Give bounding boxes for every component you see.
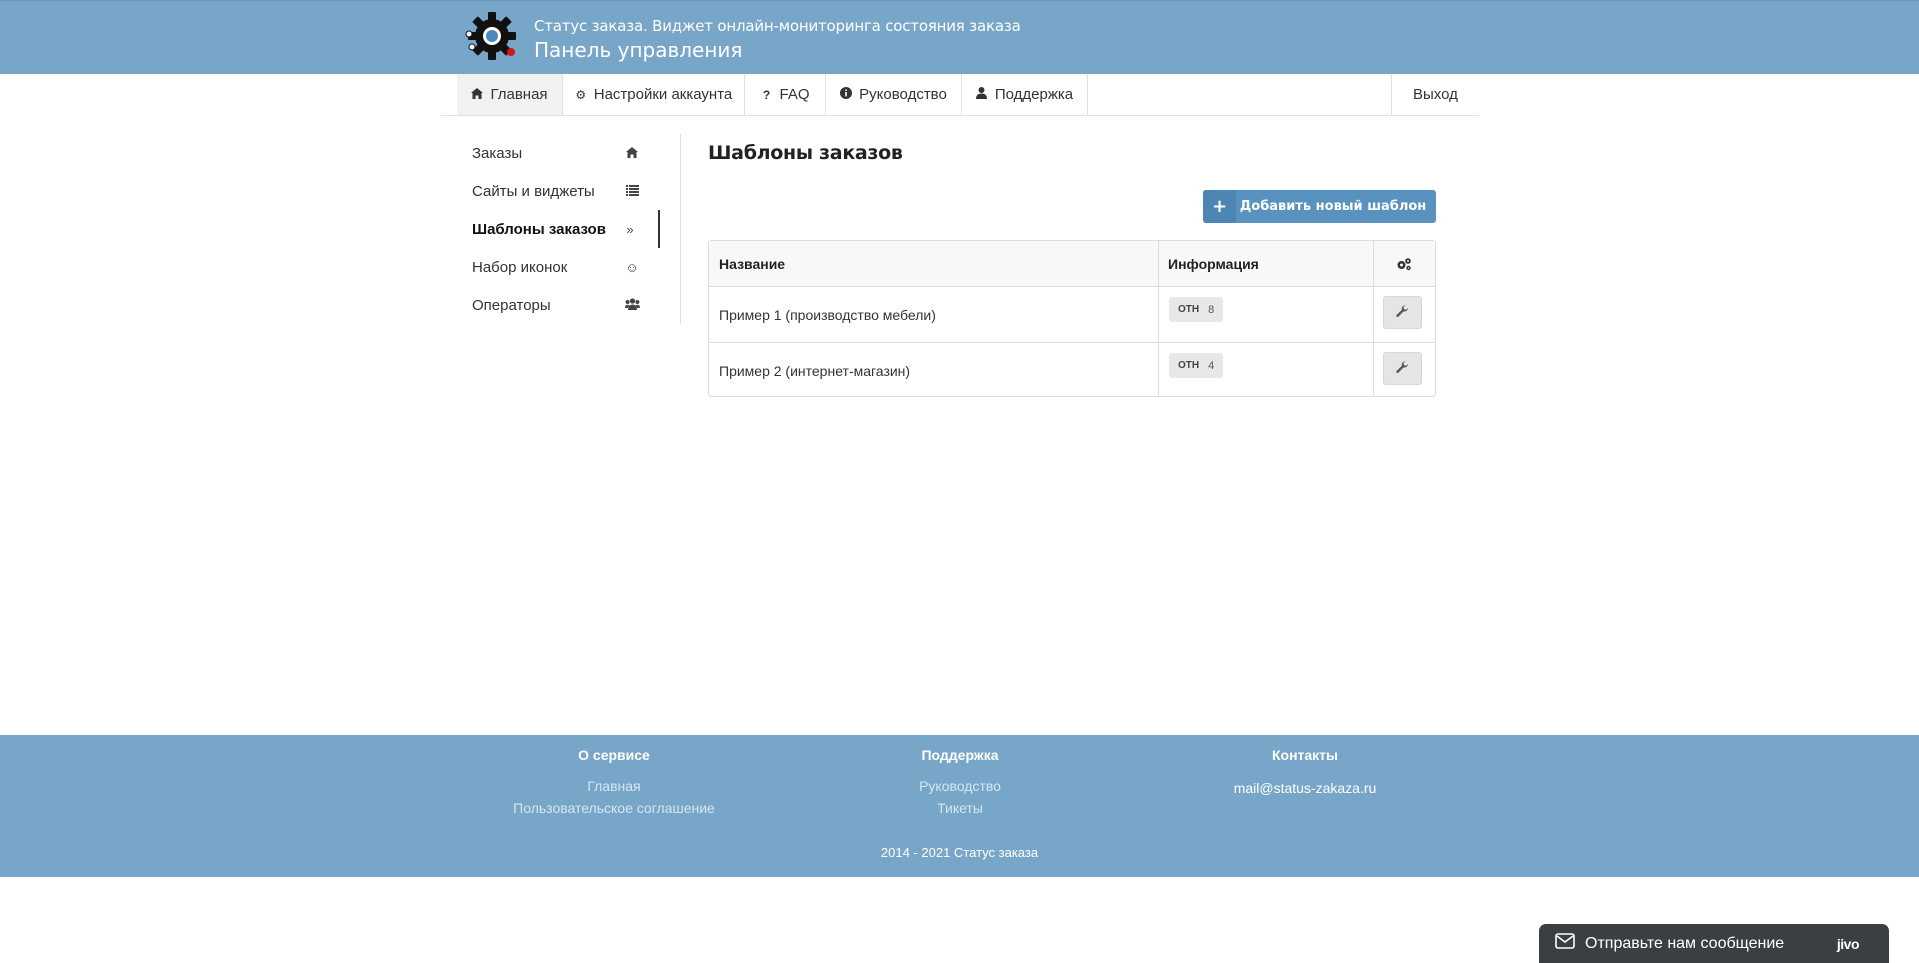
home-icon (471, 87, 484, 102)
footer-link-tickets[interactable]: Тикеты (840, 797, 1080, 819)
column-header-name: Название (719, 256, 786, 272)
nav-item-label: FAQ (779, 86, 810, 103)
template-name: Пример 2 (интернет-магазин) (719, 362, 911, 379)
info-icon (840, 87, 853, 102)
gears-icon (1373, 241, 1435, 287)
envelope-icon (1555, 933, 1575, 954)
info-badge: ОТН 8 (1169, 297, 1224, 322)
copyright: 2014 - 2021 Статус заказа (880, 845, 1039, 860)
column-header-info: Информация (1168, 256, 1259, 272)
wrench-icon (1396, 304, 1409, 321)
top-nav: Главная ⚙ Настройки аккаунта ? FAQ Руков… (441, 74, 1479, 116)
nav-item-label: Руководство (859, 86, 947, 103)
nav-item-home[interactable]: Главная (457, 74, 563, 115)
footer-heading: О сервисе (578, 747, 650, 763)
badge-label: ОТН (1178, 304, 1200, 315)
list-icon (624, 184, 640, 199)
site-footer: О сервисе Главная Пользовательское согла… (0, 735, 1919, 877)
page-title: Шаблоны заказов (708, 142, 903, 164)
sidebar-item-label: Шаблоны заказов (472, 220, 606, 238)
sidebar-item-label: Заказы (472, 144, 523, 162)
table-header: Название Информация (709, 241, 1435, 287)
gear-logo-icon[interactable] (462, 11, 522, 61)
sidebar-item-label: Операторы (472, 296, 551, 314)
sidebar: Заказы Сайты и виджеты Шаблоны заказов »… (441, 134, 681, 324)
sidebar-item-icon-set[interactable]: Набор иконок ☺ (441, 248, 660, 286)
gear-icon: ⚙ (575, 87, 587, 102)
footer-link-guide[interactable]: Руководство (840, 775, 1080, 797)
sidebar-item-orders[interactable]: Заказы (441, 134, 660, 172)
nav-item-support[interactable]: Поддержка (962, 74, 1088, 115)
footer-email-link[interactable]: mail@status-zakaza.ru (1185, 777, 1425, 799)
question-icon: ? (762, 87, 771, 102)
edit-template-button[interactable] (1383, 352, 1422, 385)
header-subtitle: Статус заказа. Виджет онлайн-мониторинга… (534, 17, 1021, 35)
chat-label: Отправьте нам сообщение (1585, 934, 1785, 952)
badge-value: 8 (1208, 303, 1215, 316)
footer-column-about: О сервисе Главная Пользовательское согла… (494, 747, 734, 819)
sidebar-item-label: Набор иконок (472, 258, 568, 276)
sidebar-item-order-templates[interactable]: Шаблоны заказов » (441, 210, 660, 248)
badge-value: 4 (1208, 359, 1215, 372)
double-chevron-right-icon: » (626, 221, 634, 237)
add-template-button[interactable]: + Добавить новый шаблон (1203, 190, 1436, 223)
wrench-icon (1396, 360, 1409, 377)
plus-icon: + (1203, 190, 1236, 223)
templates-table: Название Информация Пример 1 (производст… (708, 240, 1436, 397)
sidebar-item-label: Сайты и виджеты (472, 182, 595, 200)
user-icon (976, 87, 988, 102)
nav-item-faq[interactable]: ? FAQ (745, 74, 826, 115)
table-row: Пример 2 (интернет-магазин) ОТН 4 (709, 342, 1435, 397)
edit-template-button[interactable] (1383, 296, 1422, 329)
nav-item-account-settings[interactable]: ⚙ Настройки аккаунта (563, 74, 745, 115)
footer-column-support: Поддержка Руководство Тикеты (840, 747, 1080, 819)
site-header: Статус заказа. Виджет онлайн-мониторинга… (0, 0, 1919, 74)
footer-link-home[interactable]: Главная (494, 775, 734, 797)
nav-item-label: Главная (490, 86, 548, 103)
logout-button[interactable]: Выход (1391, 74, 1479, 115)
badge-label: ОТН (1178, 360, 1200, 371)
info-badge: ОТН 4 (1169, 353, 1224, 378)
smile-icon: ☺ (625, 259, 639, 275)
table-row: Пример 1 (производство мебели) ОТН 8 (709, 287, 1435, 342)
footer-heading: Контакты (1271, 747, 1338, 763)
users-icon (624, 297, 640, 313)
template-name: Пример 1 (производство мебели) (719, 306, 936, 323)
chat-brand: jivo (1836, 935, 1860, 952)
sidebar-item-sites-widgets[interactable]: Сайты и виджеты (441, 172, 660, 210)
sidebar-item-operators[interactable]: Операторы (441, 286, 660, 324)
nav-item-label: Настройки аккаунта (593, 86, 733, 103)
footer-link-user-agreement[interactable]: Пользовательское соглашение (494, 797, 734, 819)
footer-column-contacts: Контакты mail@status-zakaza.ru (1185, 747, 1425, 799)
nav-item-guide[interactable]: Руководство (826, 74, 962, 115)
home-icon (624, 146, 640, 161)
add-template-label: Добавить новый шаблон (1239, 199, 1427, 214)
chat-widget-button[interactable]: Отправьте нам сообщение jivo (1539, 924, 1889, 963)
header-title: Панель управления (534, 38, 743, 62)
nav-item-label: Поддержка (994, 86, 1074, 103)
footer-heading: Поддержка (921, 747, 999, 763)
